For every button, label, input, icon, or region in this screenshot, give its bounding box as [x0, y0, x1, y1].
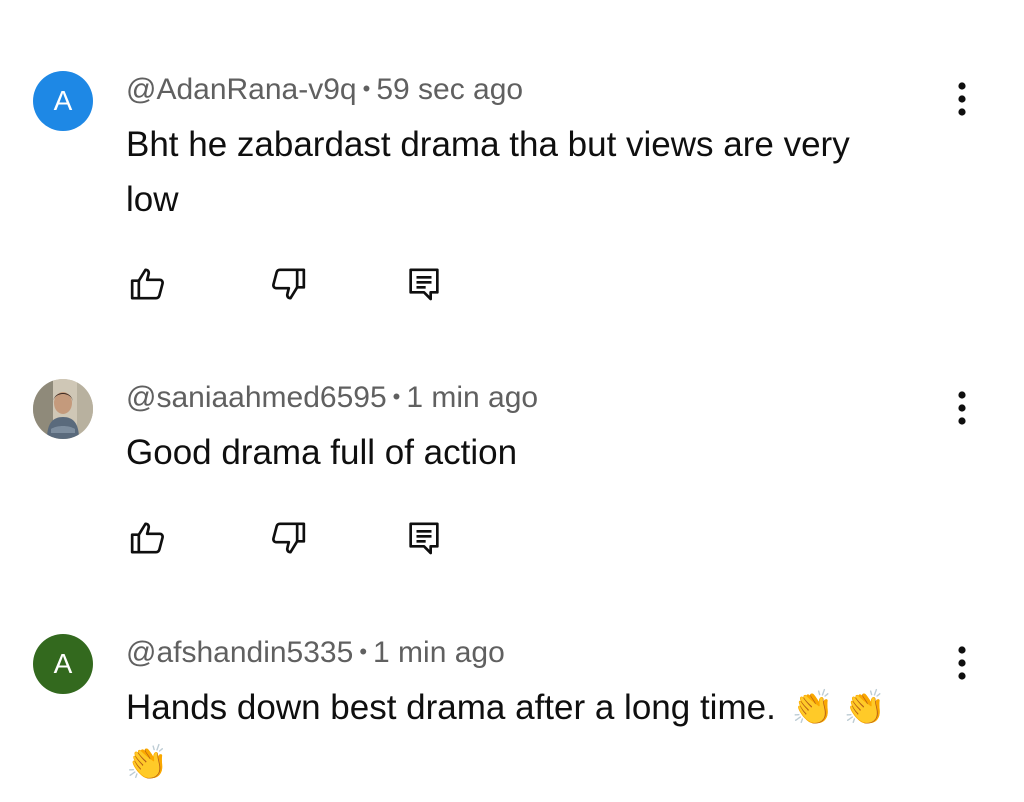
comment-time[interactable]: 1 min ago	[373, 636, 505, 669]
comment-time[interactable]: 1 min ago	[406, 381, 538, 414]
comment-text-line: low	[126, 180, 179, 219]
comment-meta: @saniaahmed6595 • 1 min ago	[126, 381, 538, 415]
meta-separator: •	[359, 639, 368, 664]
comment-text: Good drama full of action	[126, 425, 916, 480]
meta-separator: •	[392, 384, 401, 409]
profile-photo	[33, 379, 93, 439]
comment-text-line: Good drama full of action	[126, 433, 518, 472]
thumbs-down-icon	[272, 268, 306, 300]
more-options-button[interactable]	[940, 638, 984, 688]
dislike-button[interactable]	[266, 516, 310, 560]
avatar-letter: A	[53, 648, 73, 679]
clapping-hands-emoji: 👏	[791, 689, 834, 727]
meta-separator: •	[362, 76, 371, 101]
comment-text: Bht he zabardast drama tha but views are…	[126, 117, 916, 227]
comment-text: Hands down best drama after a long time.…	[126, 680, 916, 790]
comment-time[interactable]: 59 sec ago	[376, 73, 523, 106]
reply-comment-icon	[409, 522, 439, 555]
reply-button[interactable]	[402, 516, 446, 560]
more-vert-icon	[958, 646, 966, 680]
comment-actions	[126, 516, 456, 560]
dislike-button[interactable]	[266, 262, 310, 306]
more-vert-icon	[958, 82, 966, 116]
thumbs-down-icon	[272, 522, 306, 554]
thumbs-up-icon	[130, 268, 164, 300]
more-vert-icon	[958, 391, 966, 425]
avatar[interactable]	[33, 379, 93, 439]
comment-actions	[126, 262, 456, 306]
comment-text-line: Bht he zabardast drama tha but views are…	[126, 125, 850, 164]
thumbs-up-icon	[130, 522, 164, 554]
comment-text-line: Hands down best drama after a long time.	[126, 688, 776, 727]
comment-meta: @afshandin5335 • 1 min ago	[126, 636, 505, 670]
more-options-button[interactable]	[940, 74, 984, 124]
like-button[interactable]	[126, 262, 170, 306]
avatar[interactable]: A	[33, 634, 93, 694]
comment-meta: @AdanRana-v9q • 59 sec ago	[126, 73, 523, 107]
like-button[interactable]	[126, 516, 170, 560]
comment-author[interactable]: @afshandin5335	[126, 636, 353, 669]
clapping-hands-emoji: 👏	[126, 744, 169, 782]
more-options-button[interactable]	[940, 383, 984, 433]
clapping-hands-emoji: 👏	[843, 689, 886, 727]
reply-button[interactable]	[402, 262, 446, 306]
reply-comment-icon	[409, 268, 439, 301]
comment-author[interactable]: @AdanRana-v9q	[126, 73, 357, 106]
avatar[interactable]: A	[33, 71, 93, 131]
avatar-letter: A	[53, 85, 73, 116]
comment-author[interactable]: @saniaahmed6595	[126, 381, 387, 414]
